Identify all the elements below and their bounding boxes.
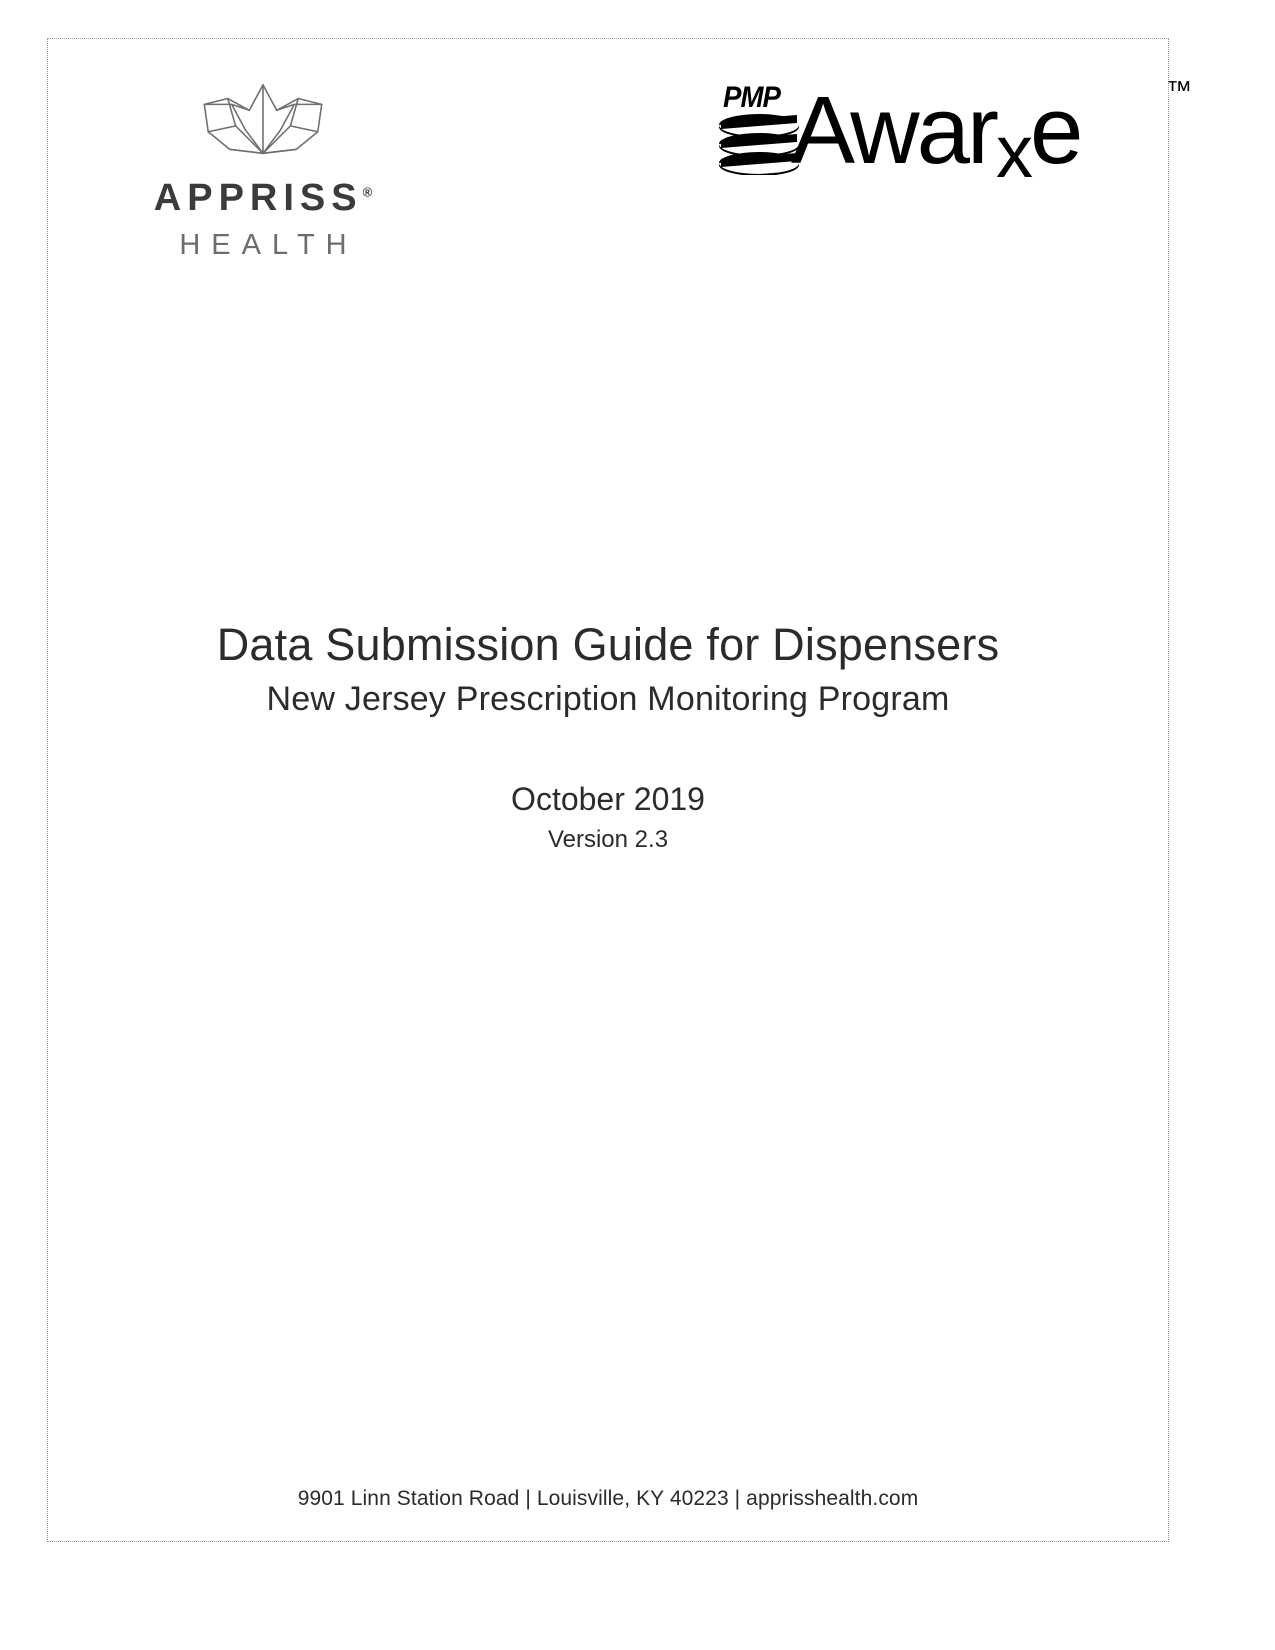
pmp-mark: PMP [711, 81, 803, 181]
pmp-prefix-text: PMP [723, 81, 781, 114]
appriss-health-logo: APPRISS® HEALTH [108, 77, 418, 260]
title-block: Data Submission Guide for Dispensers New… [48, 619, 1168, 855]
document-page: APPRISS® HEALTH PMP Awarxe ™ Data Submis… [47, 38, 1192, 1542]
footer-address-text: 9901 Linn Station Road | Louisville, KY … [297, 1487, 919, 1510]
appriss-tagline: HEALTH [179, 229, 358, 261]
awarxe-x-letter: x [995, 110, 1033, 193]
awarxe-part1: Awar [791, 77, 999, 184]
pmp-awarxe-logo: PMP Awarxe ™ [703, 75, 1192, 193]
trademark-icon: ™ [1166, 75, 1192, 105]
document-date: October 2019 [511, 780, 705, 817]
page-footer: 9901 Linn Station Road | Louisville, KY … [48, 1487, 1168, 1511]
awarxe-wordmark: Awarxe ™ [791, 73, 1192, 193]
logo-header: APPRISS® HEALTH PMP Awarxe ™ [48, 39, 1192, 289]
document-subtitle: New Jersey Prescription Monitoring Progr… [266, 679, 950, 718]
awarxe-part2: e [1029, 77, 1083, 184]
document-title: Data Submission Guide for Dispensers [216, 619, 1000, 670]
stacked-bars-icon [719, 114, 799, 175]
appriss-wordmark: APPRISS® [108, 179, 418, 217]
document-version: Version 2.3 [547, 825, 669, 853]
registered-trademark-icon: ® [362, 184, 373, 200]
lotus-crown-icon [203, 84, 323, 155]
appriss-word-text: APPRISS [153, 177, 363, 219]
